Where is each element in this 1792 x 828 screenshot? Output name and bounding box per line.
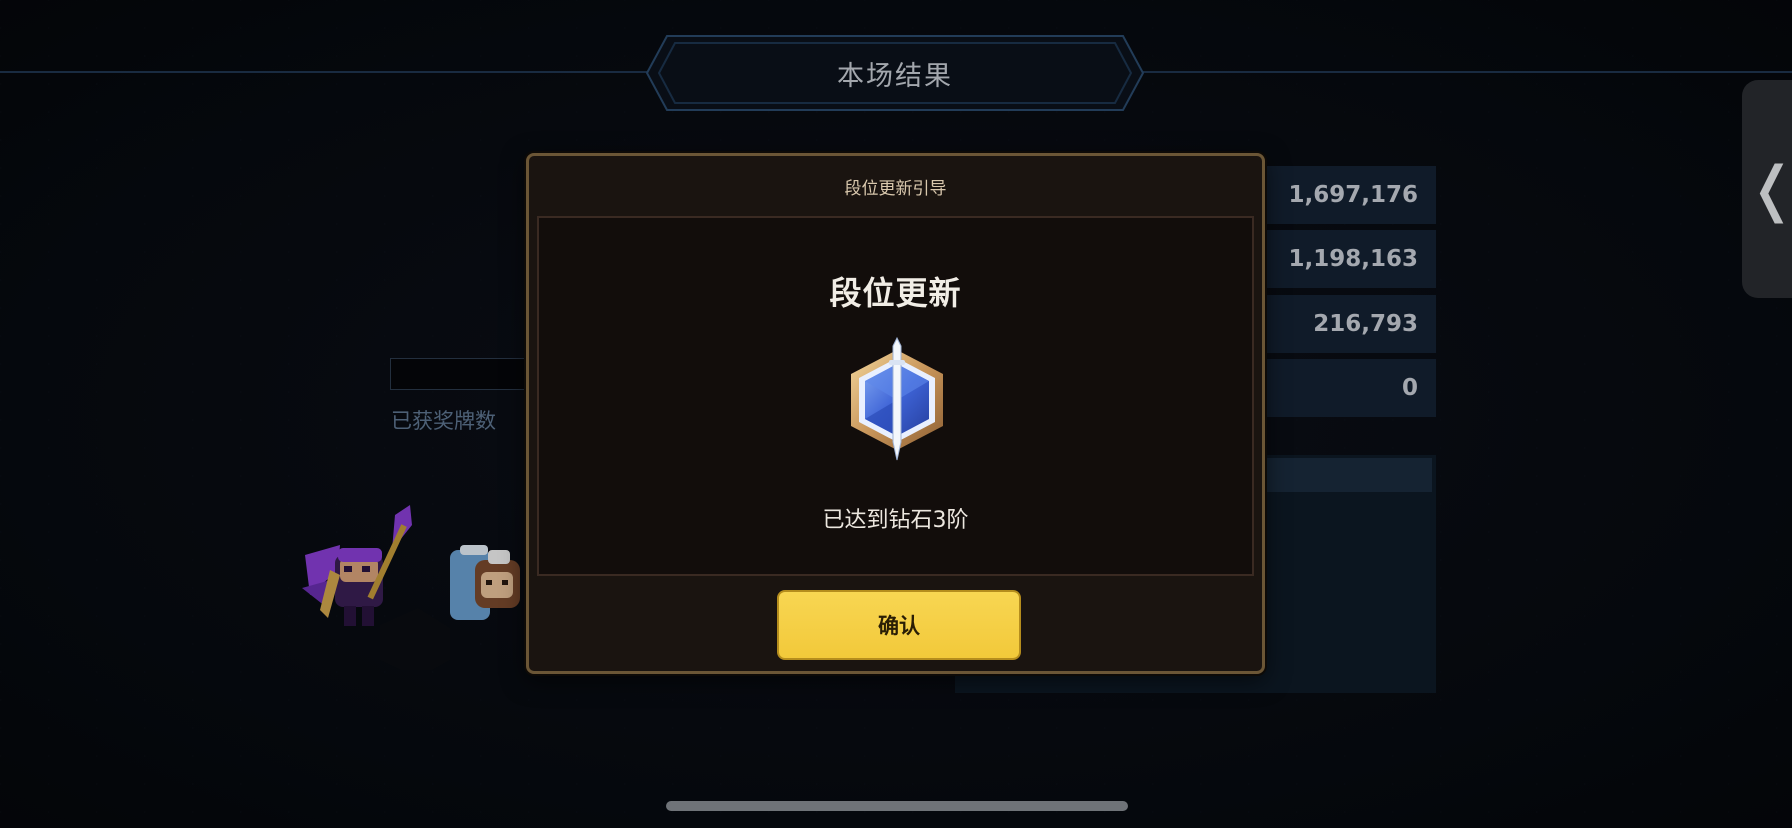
home-indicator[interactable] [666, 801, 1128, 811]
diamond-rank-emblem-icon [851, 336, 943, 461]
confirm-button[interactable]: 确认 [777, 590, 1021, 660]
dialog-content: 段位更新 已达到钻石3阶 [537, 216, 1254, 576]
dialog-title: 段位更新引导 [844, 179, 947, 199]
rank-achieved-text: 已达到钻石3阶 [822, 508, 969, 533]
rank-update-heading: 段位更新 [829, 274, 962, 312]
rank-update-dialog: 段位更新引导 段位更新 已达到钻石3阶 确认 [526, 153, 1265, 674]
